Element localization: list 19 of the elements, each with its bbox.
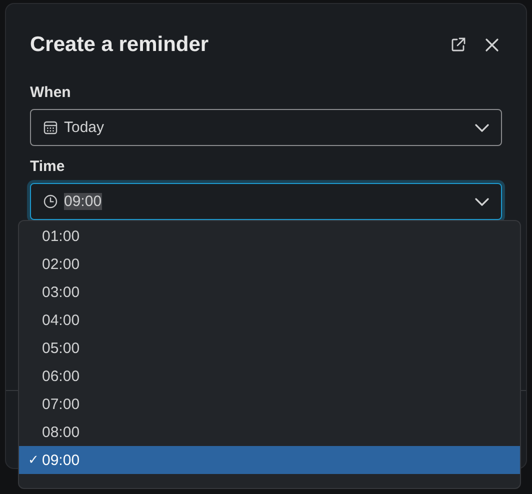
- close-icon[interactable]: [484, 37, 500, 53]
- time-option[interactable]: 03:00: [19, 278, 520, 306]
- chevron-down-icon: [475, 198, 489, 206]
- chevron-down-icon: [475, 124, 489, 132]
- dialog-title: Create a reminder: [30, 33, 209, 57]
- time-option[interactable]: 01:00: [19, 222, 520, 250]
- field-label: Time: [30, 158, 66, 175]
- time-option[interactable]: 04:00: [19, 306, 520, 334]
- clock-icon: [43, 194, 58, 209]
- time-option[interactable]: ✓ 09:00: [19, 446, 520, 474]
- time-option[interactable]: 02:00: [19, 250, 520, 278]
- date-select[interactable]: Today: [30, 109, 502, 146]
- time-option[interactable]: 06:00: [19, 362, 520, 390]
- field-label: When: [30, 84, 72, 101]
- time-option[interactable]: 08:00: [19, 418, 520, 446]
- calendar-icon: [43, 120, 58, 135]
- external-link-icon[interactable]: [450, 37, 466, 53]
- time-option[interactable]: 05:00: [19, 334, 520, 362]
- time-option[interactable]: 07:00: [19, 390, 520, 418]
